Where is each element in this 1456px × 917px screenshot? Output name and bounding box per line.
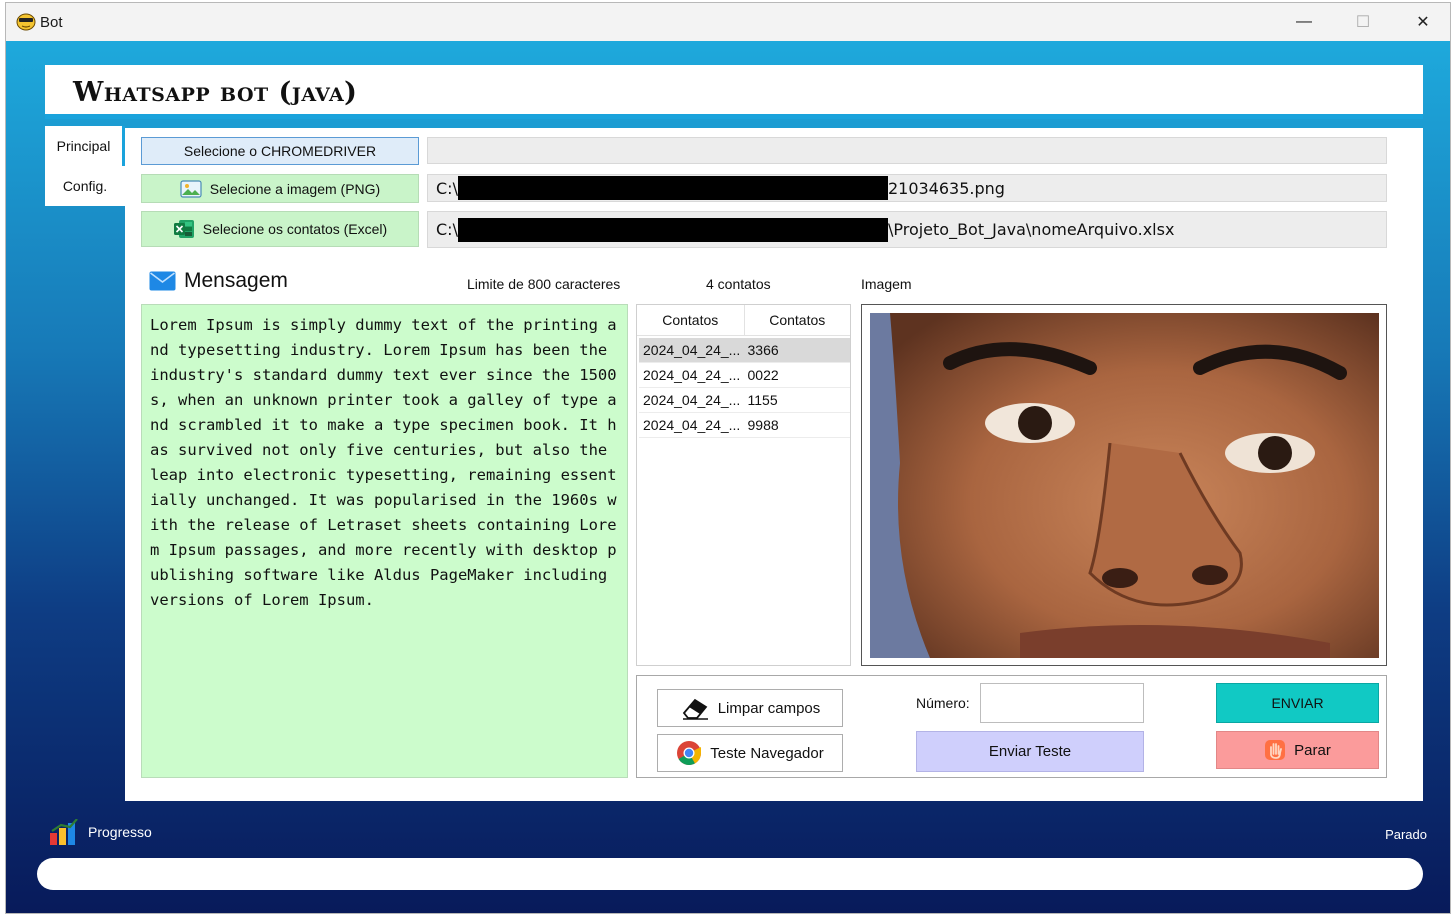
contact-number-cell: 3366 <box>747 342 779 358</box>
excel-icon <box>173 220 194 238</box>
select-image-button[interactable]: Selecione a imagem (PNG) <box>141 174 419 203</box>
message-textarea[interactable]: Lorem Ipsum is simply dummy text of the … <box>141 304 628 778</box>
clear-fields-button[interactable]: Limpar campos <box>657 689 843 727</box>
stop-label: Parar <box>1294 741 1331 759</box>
progress-label: Progresso <box>88 824 152 840</box>
contact-name-cell: 2024_04_24_... <box>643 392 741 408</box>
maximize-button[interactable]: ☐ <box>1334 3 1392 41</box>
image-preview-frame <box>861 304 1387 666</box>
header-banner: Whatsapp bot (java) <box>45 65 1423 119</box>
send-button[interactable]: ENVIAR <box>1216 683 1379 723</box>
stop-hand-icon <box>1265 740 1286 760</box>
column-header[interactable]: Contatos <box>637 305 744 335</box>
send-label: ENVIAR <box>1271 695 1324 711</box>
contact-name-cell: 2024_04_24_... <box>643 367 741 383</box>
app-window: Bot — ☐ ✕ Whatsapp bot (java) Principal … <box>5 2 1451 914</box>
tab-strip: Principal Config. <box>45 126 125 206</box>
app-title: Whatsapp bot (java) <box>73 77 358 108</box>
redacted-block <box>457 176 888 200</box>
progress-chart-icon <box>50 819 78 845</box>
number-input[interactable] <box>980 683 1144 723</box>
image-path-field[interactable]: C:\ 21034635.png <box>427 174 1387 202</box>
contacts-count-label: 4 contatos <box>706 276 771 292</box>
contact-name-cell: 2024_04_24_... <box>643 342 741 358</box>
select-contacts-button[interactable]: Selecione os contatos (Excel) <box>141 211 419 247</box>
message-title: Mensagem <box>184 269 288 292</box>
contact-number-cell: 1155 <box>747 392 778 408</box>
image-path-prefix: C:\ <box>436 178 458 198</box>
eraser-icon <box>682 698 708 720</box>
envelope-icon <box>149 271 176 291</box>
contact-number-cell: 0022 <box>747 367 779 383</box>
number-label: Número: <box>916 695 970 711</box>
image-icon <box>180 179 202 198</box>
table-body: 2024_04_24_... 3366 2024_04_24_... 0022 … <box>637 336 850 440</box>
stop-button[interactable]: Parar <box>1216 731 1379 769</box>
chrome-icon <box>677 741 702 766</box>
tab-config[interactable]: Config. <box>45 166 125 206</box>
browser-test-label: Teste Navegador <box>710 744 824 762</box>
select-chromedriver-button[interactable]: Selecione o CHROMEDRIVER <box>141 137 419 165</box>
minimize-button[interactable]: — <box>1275 3 1333 41</box>
send-test-label: Enviar Teste <box>988 743 1072 760</box>
client-area: Whatsapp bot (java) Principal Config. Se… <box>6 41 1450 913</box>
contact-name-cell: 2024_04_24_... <box>643 417 741 433</box>
table-row[interactable]: 2024_04_24_... 0022 <box>639 363 850 388</box>
chromedriver-path-field[interactable] <box>427 137 1387 164</box>
bot-app-icon <box>16 13 36 31</box>
main-panel: Selecione o CHROMEDRIVER Selecione a ima… <box>125 128 1423 801</box>
title-bar: Bot — ☐ ✕ <box>6 3 1450 41</box>
column-header[interactable]: Contatos <box>743 305 851 335</box>
progress-bar <box>37 858 1423 890</box>
image-path-suffix: 21034635.png <box>887 178 1005 198</box>
image-label: Imagem <box>861 276 912 292</box>
contacts-path-field[interactable]: C:\ \Projeto_Bot_Java\nomeArquivo.xlsx <box>427 211 1387 248</box>
contacts-table: Contatos Contatos 2024_04_24_... 3366 20… <box>636 304 851 666</box>
window-title: Bot <box>40 14 63 31</box>
table-row[interactable]: 2024_04_24_... 3366 <box>639 338 850 363</box>
tab-principal[interactable]: Principal <box>45 126 125 166</box>
contacts-path-prefix: C:\ <box>436 220 458 239</box>
select-image-label: Selecione a imagem (PNG) <box>209 180 381 197</box>
table-row[interactable]: 2024_04_24_... 1155 <box>639 388 850 413</box>
char-limit-label: Limite de 800 caracteres <box>467 276 621 292</box>
select-chromedriver-label: Selecione o CHROMEDRIVER <box>183 143 377 159</box>
clear-fields-label: Limpar campos <box>717 699 821 717</box>
status-text: Parado <box>1385 827 1427 842</box>
close-button[interactable]: ✕ <box>1394 3 1450 41</box>
table-row[interactable]: 2024_04_24_... 9988 <box>639 413 850 438</box>
controls-panel: Limpar campos Teste Navegador Número: En <box>636 675 1387 778</box>
redacted-block <box>457 217 888 242</box>
contacts-path-suffix: \Projeto_Bot_Java\nomeArquivo.xlsx <box>887 220 1175 239</box>
face-photo <box>870 313 1379 658</box>
contact-number-cell: 9988 <box>747 417 779 433</box>
image-preview <box>870 313 1379 658</box>
message-header: Mensagem <box>149 269 288 293</box>
browser-test-button[interactable]: Teste Navegador <box>657 734 843 772</box>
table-header: Contatos Contatos <box>637 305 850 336</box>
select-contacts-label: Selecione os contatos (Excel) <box>202 221 388 237</box>
send-test-button[interactable]: Enviar Teste <box>916 731 1144 772</box>
progress-header: Progresso <box>50 819 152 845</box>
